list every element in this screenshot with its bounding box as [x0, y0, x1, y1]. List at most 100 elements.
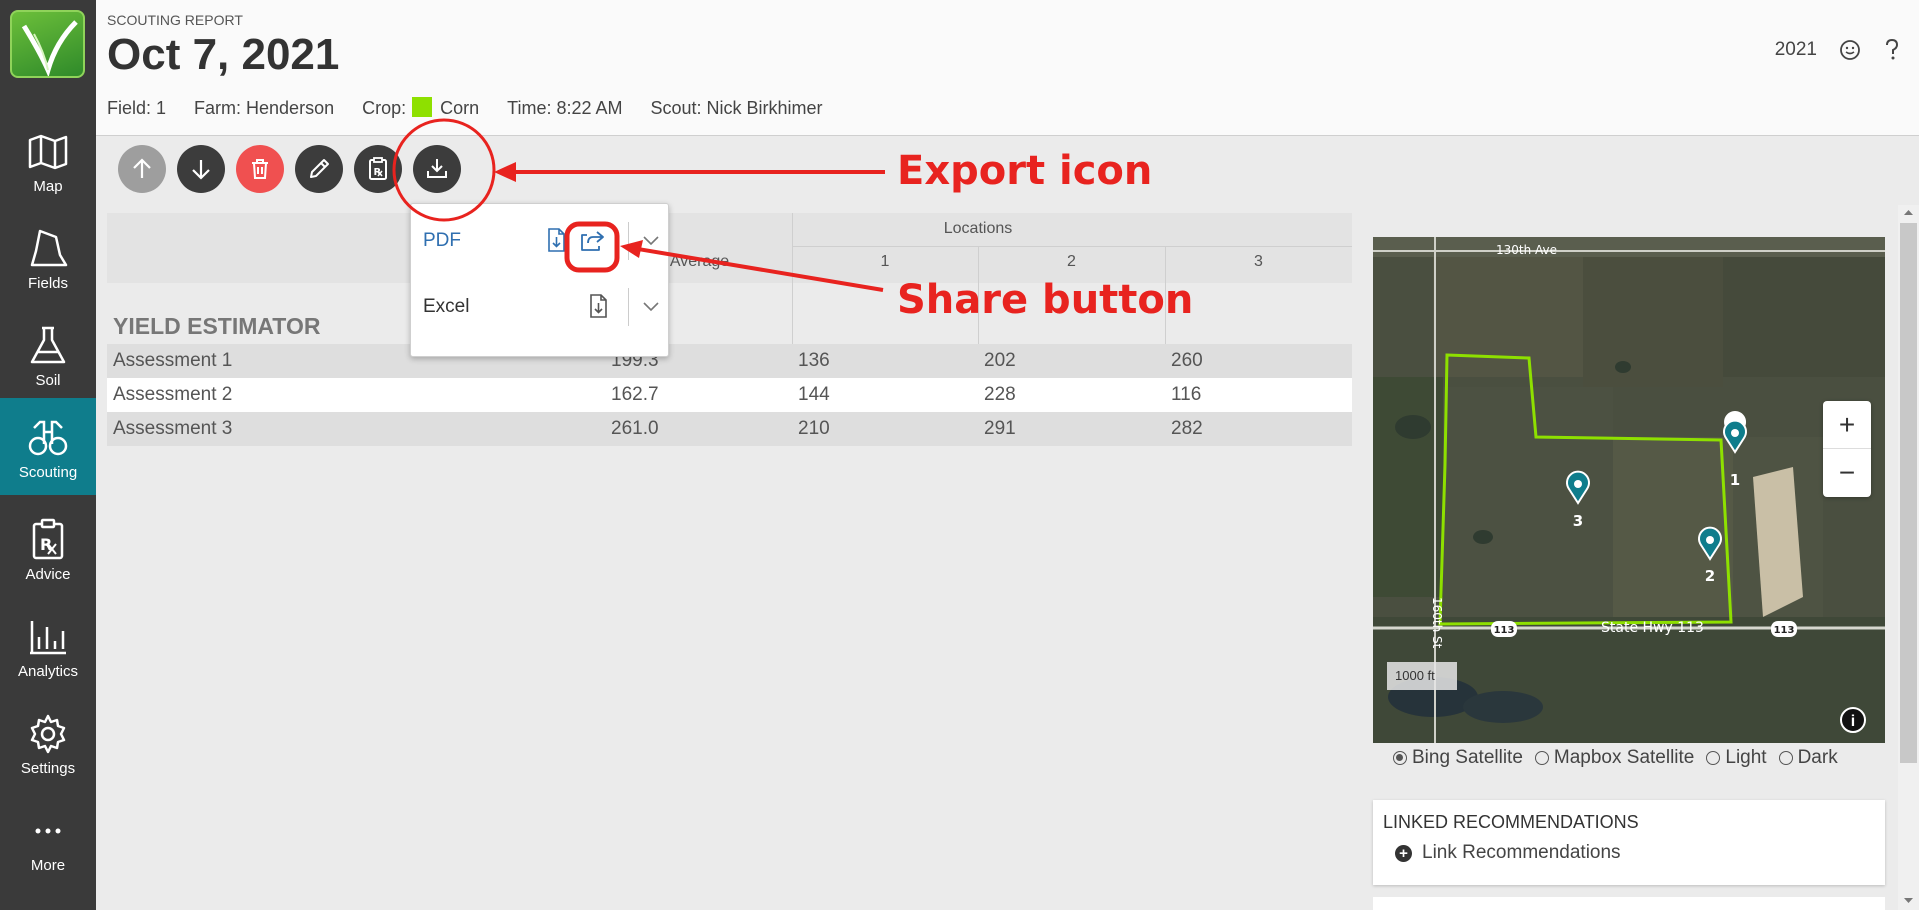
location-col-2: 2 — [1067, 253, 1076, 270]
share-icon[interactable] — [579, 226, 605, 254]
radio-selected[interactable] — [1393, 751, 1407, 765]
table-row: Assessment 3 261.0 210 291 282 — [107, 412, 1352, 446]
chevron-down-icon[interactable] — [640, 230, 662, 250]
delete-button[interactable] — [236, 145, 284, 193]
nav-scouting[interactable]: Scouting — [0, 398, 96, 495]
nav-label: Soil — [35, 372, 61, 389]
move-down-button[interactable] — [177, 145, 225, 193]
trash-icon — [252, 159, 268, 179]
row-value: 228 — [984, 384, 1016, 405]
nav-label: Scouting — [18, 464, 78, 481]
export-excel-label[interactable]: Excel — [423, 296, 469, 318]
help-icon[interactable] — [1883, 38, 1901, 62]
layer-label: Mapbox Satellite — [1553, 747, 1695, 768]
export-pdf-label[interactable]: PDF — [423, 230, 461, 252]
separator — [628, 288, 629, 326]
export-annotation: Export icon — [897, 148, 1153, 194]
zoom-in-button[interactable]: + — [1823, 401, 1871, 449]
share-annotation: Share button — [897, 277, 1194, 323]
layer-label: Dark — [1797, 747, 1838, 768]
location-col-1: 1 — [880, 253, 890, 270]
report-toolbar: R — [118, 145, 461, 193]
nav-analytics[interactable]: Analytics — [0, 597, 96, 694]
layer-light[interactable]: Light — [1706, 747, 1767, 769]
row-value: 210 — [798, 418, 830, 439]
scroll-down-icon[interactable] — [1898, 894, 1919, 908]
flask-icon — [30, 326, 66, 364]
report-header: SCOUTING REPORT Oct 7, 2021 Field: 1 Far… — [96, 0, 1919, 136]
export-excel-row[interactable]: Excel — [411, 276, 670, 336]
link-recommendations-label: Link Recommendations — [1422, 842, 1621, 863]
nav-label: Advice — [25, 566, 71, 583]
layer-dark[interactable]: Dark — [1778, 747, 1838, 769]
next-panel — [1373, 897, 1885, 910]
pin-label: 3 — [1573, 512, 1583, 530]
map-layer-options: Bing Satellite Mapbox Satellite Light Da… — [1393, 747, 1838, 769]
linked-recommendations-panel: LINKED RECOMMENDATIONS + Link Recommenda… — [1373, 800, 1885, 885]
scout-info: Scout: Nick Birkhimer — [650, 97, 823, 118]
crop-label: Crop: — [362, 98, 407, 118]
layer-mapbox-satellite[interactable]: Mapbox Satellite — [1534, 747, 1695, 769]
year-selector[interactable]: 2021 — [1775, 39, 1817, 61]
row-name: Assessment 2 — [113, 384, 233, 405]
nav-settings[interactable]: Settings — [0, 694, 96, 791]
nav-map[interactable]: Map — [0, 112, 96, 209]
edit-button[interactable] — [295, 145, 343, 193]
scrollbar[interactable] — [1898, 205, 1919, 910]
fields-icon — [30, 229, 68, 267]
road-label-north: 130th Ave — [1496, 243, 1557, 257]
row-value: 202 — [984, 350, 1016, 371]
table-row: Assessment 1 199.3 136 202 260 — [107, 344, 1352, 378]
feedback-smiley-icon[interactable] — [1839, 39, 1861, 61]
table-row: Assessment 2 162.7 144 228 116 — [107, 378, 1352, 412]
road-label-south: State Hwy 113 — [1601, 620, 1704, 636]
section-title: YIELD ESTIMATOR — [113, 313, 321, 339]
map-icon — [28, 134, 68, 170]
scroll-up-icon[interactable] — [1898, 205, 1919, 219]
radio[interactable] — [1534, 751, 1549, 765]
row-value: 260 — [1171, 350, 1203, 371]
more-icon — [35, 828, 61, 834]
row-value: 136 — [798, 350, 830, 371]
gear-icon — [30, 714, 66, 754]
clipboard-rx-icon: R — [369, 157, 387, 180]
radio[interactable] — [1706, 751, 1721, 765]
report-subtitle: SCOUTING REPORT — [107, 12, 243, 28]
export-menu: PDF Excel — [410, 203, 669, 357]
app-logo[interactable] — [10, 10, 85, 78]
row-value: 291 — [984, 418, 1016, 439]
nav-label: Settings — [20, 760, 76, 777]
download-pdf-icon[interactable] — [543, 226, 569, 254]
nav-soil[interactable]: Soil — [0, 306, 96, 403]
nav-advice[interactable]: R Advice — [0, 500, 96, 597]
layer-bing-satellite[interactable]: Bing Satellite — [1393, 747, 1523, 769]
link-recommendations-button[interactable]: + Link Recommendations — [1395, 842, 1621, 864]
map-scale: 1000 ft — [1387, 662, 1457, 690]
prescription-icon: R — [32, 518, 64, 560]
zoom-out-button[interactable]: − — [1823, 449, 1871, 497]
crop-color-swatch — [412, 97, 433, 117]
highway-shield-label: 113 — [1494, 625, 1515, 636]
download-excel-icon[interactable] — [585, 292, 611, 320]
nav-fields[interactable]: Fields — [0, 209, 96, 306]
prescription-button[interactable]: R — [354, 145, 402, 193]
nav-label: Map — [33, 178, 63, 195]
row-name: Assessment 3 — [113, 418, 233, 439]
map-info-button[interactable]: i — [1840, 707, 1866, 733]
export-button[interactable] — [413, 145, 461, 193]
plus-circle-icon: + — [1395, 844, 1412, 862]
binoculars-icon — [28, 420, 68, 456]
field-info: Field: 1 — [107, 97, 167, 118]
move-up-button[interactable] — [118, 145, 166, 193]
radio[interactable] — [1778, 751, 1793, 765]
row-name: Assessment 1 — [113, 350, 233, 371]
chevron-down-icon[interactable] — [640, 296, 662, 316]
row-value: 144 — [798, 384, 830, 405]
nav-more[interactable]: More — [0, 791, 96, 888]
location-col-3: 3 — [1254, 253, 1263, 270]
header-tools: 2021 — [1775, 38, 1901, 62]
layer-label: Bing Satellite — [1412, 747, 1523, 768]
export-pdf-row[interactable]: PDF — [411, 210, 670, 270]
scrollbar-thumb[interactable] — [1900, 223, 1917, 763]
locations-header: Locations — [943, 220, 1013, 237]
